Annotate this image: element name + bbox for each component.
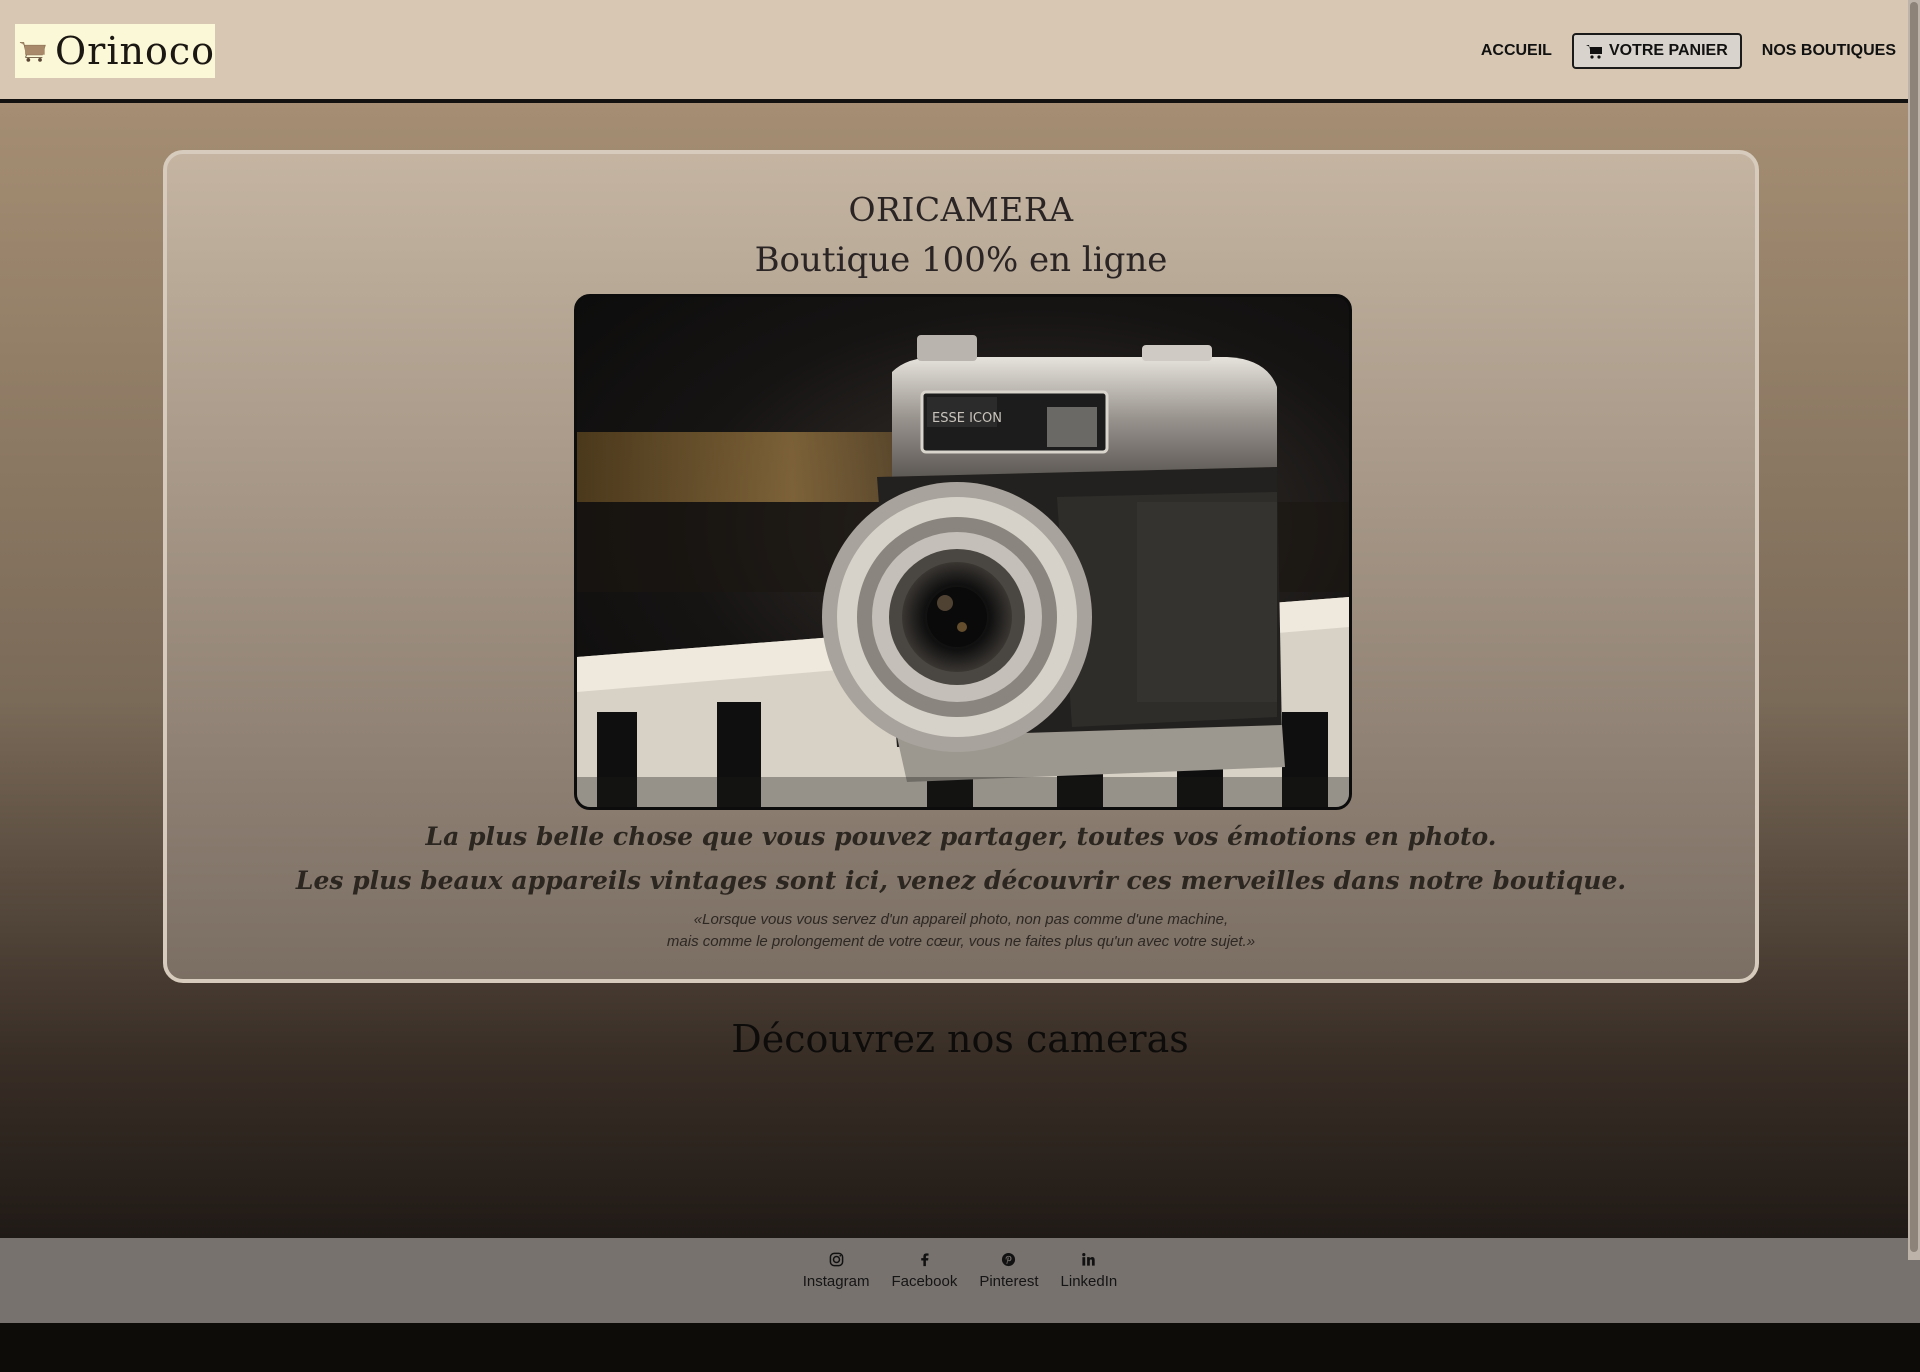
footer-link-facebook[interactable]: Facebook [891,1252,957,1290]
hero-camera-image: ESSE ICON [574,294,1352,810]
footer-link-instagram[interactable]: Instagram [802,1252,870,1290]
main-nav: ACCUEIL VOTRE PANIER NOS BOUTIQUES [1481,33,1896,69]
pinterest-icon [1002,1252,1016,1267]
nav-shops-link[interactable]: NOS BOUTIQUES [1762,34,1896,68]
social-links: Instagram Facebook Pinterest LinkedIn [0,1252,1920,1290]
tagline-line-1: La plus belle chose que vous pouvez part… [425,822,1497,851]
page-scrollbar[interactable] [1908,0,1920,1260]
nav-home-link[interactable]: ACCUEIL [1481,34,1552,68]
products-section-title: Découvrez nos cameras [731,1017,1189,1061]
logo[interactable]: Orinoco [15,24,215,78]
vintage-camera-illustration: ESSE ICON [577,335,1349,807]
footer-link-label: LinkedIn [1060,1273,1118,1290]
hero-title: ORICAMERA [848,190,1074,229]
footer-link-label: Pinterest [979,1273,1039,1290]
linkedin-icon [1082,1253,1096,1266]
site-footer: Instagram Facebook Pinterest LinkedIn [0,1238,1920,1323]
footer-link-pinterest[interactable]: Pinterest [979,1252,1039,1290]
site-header: Orinoco ACCUEIL VOTRE PANIER NOS BOUTIQU… [0,0,1920,103]
camera-brand-label: ESSE ICON [932,411,1002,426]
footer-link-linkedin[interactable]: LinkedIn [1060,1252,1118,1290]
scrollbar-thumb[interactable] [1910,2,1918,1252]
quote-line-2: mais comme le prolongement de votre cœur… [666,933,1256,950]
tagline-line-2: Les plus beaux appareils vintages sont i… [295,866,1627,895]
instagram-icon [829,1252,843,1267]
nav-cart-button[interactable]: VOTRE PANIER [1571,33,1742,69]
footer-link-label: Instagram [802,1273,870,1290]
cart-icon [1585,44,1602,59]
facebook-icon [921,1253,929,1267]
footer-link-label: Facebook [891,1273,958,1290]
hero-card: ORICAMERA Boutique 100% en ligne ESSE IC… [163,150,1759,983]
bottom-bar [0,1323,1920,1372]
quote-line-1: «Lorsque vous vous servez d'un appareil … [693,911,1229,928]
logo-text: Orinoco [55,29,215,73]
nav-cart-label: VOTRE PANIER [1608,42,1728,59]
hero-subtitle: Boutique 100% en ligne [754,240,1168,280]
shopping-cart-icon [19,42,46,62]
